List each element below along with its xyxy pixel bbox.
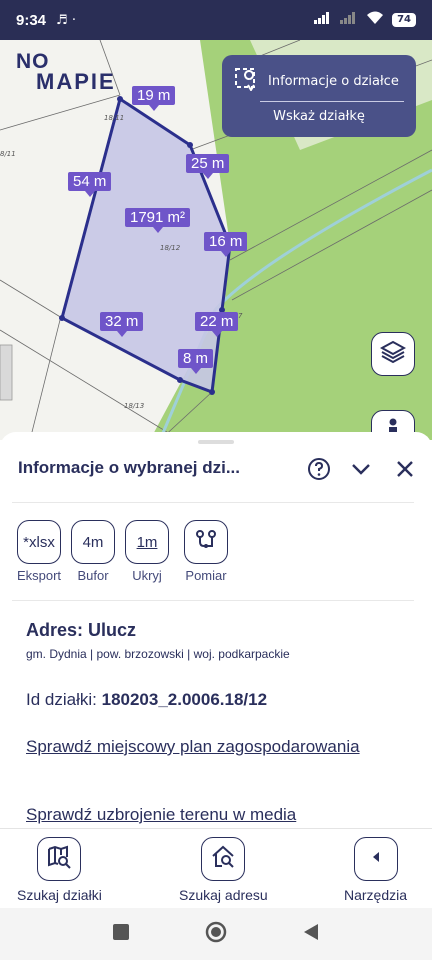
plot-info-button[interactable]: Informacje o działce [234, 67, 399, 95]
point-plot-button[interactable]: Wskaż działkę [222, 109, 416, 124]
export-button[interactable]: *xlsx [17, 520, 61, 564]
measurement-label-left: 54 m [68, 172, 112, 197]
nav-search-address[interactable]: Szukaj adresu [179, 837, 268, 903]
divider [260, 101, 404, 102]
select-area-icon [234, 67, 258, 95]
search-plot-button[interactable] [37, 837, 82, 881]
close-icon[interactable] [392, 456, 418, 482]
plot-number-label: 8/11 [0, 150, 16, 158]
tools-row: *xlsx Eksport 4m Bufor 1m Ukryj Pomiar [16, 520, 234, 583]
measurement-label-bottom-left: 32 m [100, 312, 144, 337]
hide-label: Ukryj [132, 568, 162, 583]
signal-off-icon [340, 12, 358, 28]
search-address-label: Szukaj adresu [179, 887, 268, 903]
home-icon[interactable] [205, 921, 227, 947]
status-time: 9:34 [16, 11, 47, 29]
status-icons: 74 [314, 11, 416, 29]
back-icon[interactable] [303, 923, 319, 945]
sheet-title: Informacje o wybranej dzi... [18, 458, 240, 477]
export-label: Eksport [16, 568, 62, 583]
nav-tools[interactable]: Narzędzia [344, 837, 407, 903]
plot-info-title: Informacje o działce [268, 73, 399, 89]
bottom-navigation: Szukaj działki Szukaj adresu Narzędzia [0, 828, 432, 908]
route-icon [194, 528, 218, 556]
measurement-label-lower-right: 22 m [195, 312, 239, 337]
status-bar: 9:34 ♬ · 74 [0, 0, 432, 40]
buffer-label: Bufor [77, 568, 109, 583]
plot-details-sheet[interactable]: Informacje o wybranej dzi... *xlsx Ekspo… [0, 432, 432, 828]
plot-number-label: 7 [238, 312, 243, 320]
plot-id-label: Id działki: [26, 690, 97, 709]
export-tool[interactable]: *xlsx Eksport [16, 520, 62, 583]
tools-label: Narzędzia [344, 887, 408, 903]
plot-number-label: 18/12 [160, 244, 181, 252]
search-address-button[interactable] [201, 837, 246, 881]
plot-number-label: 18/11 [104, 114, 125, 122]
address-title: Adres: Ulucz [26, 620, 137, 640]
wifi-icon [366, 11, 384, 29]
utilities-link[interactable]: Sprawdź uzbrojenie terenu w media [26, 802, 386, 828]
buffer-button[interactable]: 4m [71, 520, 115, 564]
sheet-drag-handle[interactable] [198, 440, 234, 444]
notification-icon: ♬ · [56, 12, 76, 28]
search-plot-label: Szukaj działki [17, 887, 102, 903]
signal-icon [314, 12, 332, 28]
divider [12, 502, 414, 503]
layers-icon [379, 339, 407, 369]
divider [12, 600, 414, 601]
plot-info-panel[interactable]: Informacje o działce Wskaż działkę [222, 55, 416, 137]
battery-icon: 74 [392, 13, 416, 27]
home-search-icon [210, 844, 236, 874]
chevron-down-icon[interactable] [348, 456, 374, 482]
plot-number-label: 18/13 [124, 402, 145, 410]
measurement-label-bottom-right: 8 m [178, 349, 214, 374]
measurement-label-right: 16 m [204, 232, 248, 257]
map-search-icon [46, 844, 72, 874]
measurement-label-upper-right: 25 m [186, 154, 230, 179]
buffer-tool[interactable]: 4m Bufor [70, 520, 116, 583]
tools-button[interactable] [353, 837, 398, 881]
sheet-header: Informacje o wybranej dzi... [18, 456, 414, 486]
nav-search-plot[interactable]: Szukaj działki [17, 837, 102, 903]
layers-button[interactable] [371, 332, 415, 376]
app-logo: NO MAPIE [16, 51, 116, 94]
plot-id: Id działki: 180203_2.0006.18/12 [26, 690, 267, 710]
hide-tool[interactable]: 1m Ukryj [124, 520, 170, 583]
measurement-label-top: 19 m [132, 86, 176, 111]
measure-button[interactable] [184, 520, 228, 564]
address-detail: gm. Dydnia | pow. brzozowski | woj. podk… [26, 647, 290, 661]
hide-button[interactable]: 1m [125, 520, 169, 564]
system-navigation-bar [0, 908, 432, 960]
measure-label: Pomiar [185, 568, 227, 583]
recents-icon[interactable] [113, 924, 129, 944]
measure-tool[interactable]: Pomiar [178, 520, 234, 583]
ruler-icon: 1m [136, 533, 158, 551]
chevron-left-icon [368, 849, 384, 869]
zoning-plan-link[interactable]: Sprawdź miejscowy plan zagospodarowania [26, 734, 386, 760]
help-icon[interactable] [306, 456, 332, 482]
address-block: Adres: Ulucz gm. Dydnia | pow. brzozowsk… [26, 620, 290, 661]
parcel-area-label: 1791 m² [125, 208, 191, 233]
plot-id-value: 180203_2.0006.18/12 [101, 690, 268, 709]
logo-line2: MAPIE [36, 69, 116, 94]
